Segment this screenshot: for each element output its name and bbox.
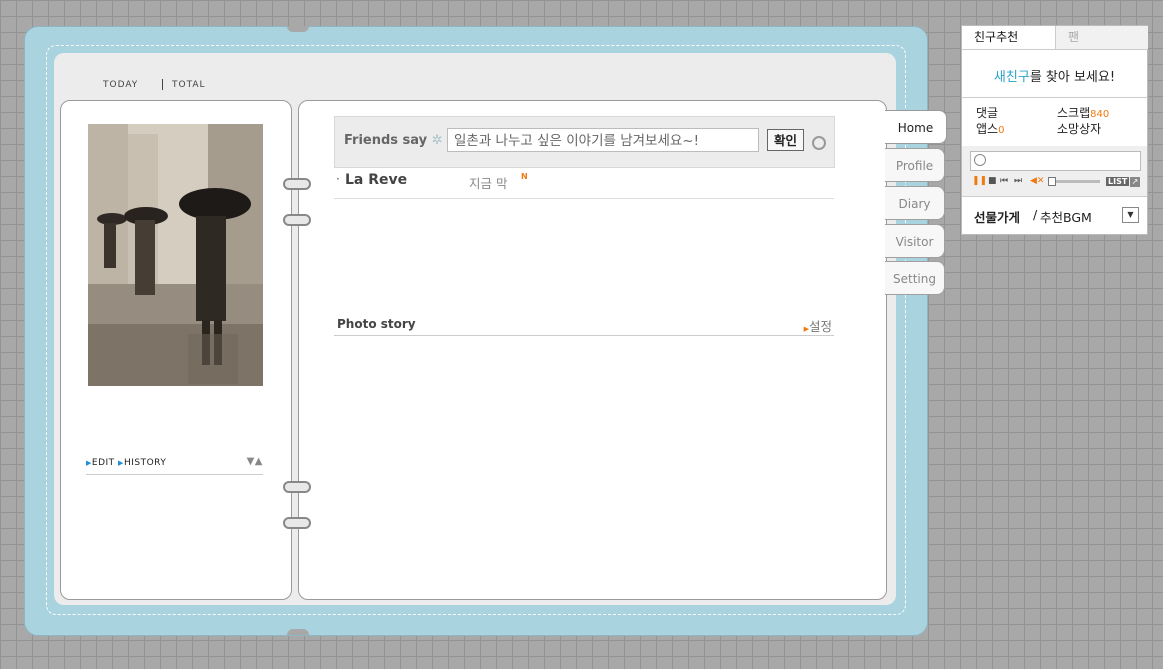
comments-label[interactable]: 댓글: [976, 104, 998, 121]
photo-story-setting-link[interactable]: ▶설정: [804, 316, 832, 335]
tab-visitor[interactable]: Visitor: [885, 224, 945, 258]
scrap-stat[interactable]: 스크랩840: [1057, 104, 1109, 121]
up-down-icon[interactable]: ▼▲: [247, 456, 263, 467]
tab-profile[interactable]: Profile: [885, 148, 945, 182]
pause-icon[interactable]: ❚❚: [972, 176, 987, 186]
bgm-row: 선물가게 / 추천BGM ▼: [962, 197, 1147, 234]
history-link[interactable]: HISTORY: [124, 458, 166, 468]
gift-shop-link[interactable]: 선물가게: [974, 207, 1020, 226]
wishbox-label[interactable]: 소망상자: [1057, 120, 1101, 137]
edit-link[interactable]: EDIT: [92, 458, 115, 468]
total-label: TOTAL: [172, 80, 206, 90]
setting-link-label: 설정: [808, 319, 832, 334]
apps-stat[interactable]: 앱스0: [976, 120, 1004, 137]
widget-tabs: 친구추천 팬: [962, 26, 1148, 50]
today-counter: TODAY: [103, 80, 138, 90]
play-circle-icon[interactable]: [974, 154, 986, 166]
apps-count: 0: [998, 125, 1005, 136]
photo-story-header: Photo story ▶설정: [334, 313, 834, 336]
book-top-notch: [287, 26, 309, 32]
friend-recommend-label: 친구추천: [974, 30, 1019, 44]
prev-icon[interactable]: ⏮: [1000, 176, 1008, 186]
bgm-separator: /: [1033, 207, 1038, 222]
today-label: TODAY: [103, 80, 139, 90]
scrap-label: 스크랩: [1057, 106, 1091, 120]
profile-photo-image: [88, 124, 263, 386]
mute-icon[interactable]: ◀✕: [1030, 176, 1044, 186]
fan-label: 팬: [1068, 30, 1080, 44]
apps-label: 앱스: [976, 122, 999, 136]
total-counter: TOTAL: [172, 80, 206, 90]
volume-handle[interactable]: [1048, 177, 1056, 186]
binder-ring: [283, 214, 311, 226]
friend-time: 지금 막: [469, 176, 508, 191]
next-icon[interactable]: ⏭: [1014, 176, 1022, 186]
tab-friend-recommend[interactable]: 친구추천: [962, 26, 1055, 49]
new-badge-icon: N: [521, 172, 528, 181]
bullet-dot: ·: [336, 172, 340, 186]
player-display: [970, 151, 1141, 171]
stop-icon[interactable]: ■: [988, 176, 997, 186]
friend-entry-row: · La Reve 지금 막 N: [334, 168, 834, 199]
find-highlight: 새친구: [993, 70, 1030, 85]
tab-fan[interactable]: 팬: [1055, 26, 1148, 49]
expand-icon[interactable]: ↗: [1130, 177, 1140, 187]
tab-setting[interactable]: Setting: [885, 261, 945, 295]
scrap-count: 840: [1090, 109, 1110, 120]
gear-icon: ✲: [431, 133, 443, 148]
music-player: ❚❚ ■ ⏮ ⏭ ◀✕ LIST ↗: [962, 146, 1147, 197]
friends-say-label: Friends say ✲: [344, 133, 443, 148]
photo-story-title: Photo story: [337, 317, 416, 331]
profile-photo[interactable]: [88, 124, 263, 386]
friends-say-panel: Friends say ✲ 일촌과 나누고 싶은 이야기를 남겨보세요~! 확인: [334, 116, 835, 168]
binder-ring: [283, 178, 311, 190]
counter-divider: [162, 79, 163, 90]
side-widget: 친구추천 팬 새친구를 찾아 보세요! 댓글 스크랩840 앱스0 소망상자 ❚…: [961, 25, 1148, 235]
binder-ring: [283, 481, 311, 493]
widget-stats: 댓글 스크랩840 앱스0 소망상자: [962, 97, 1147, 147]
confirm-button[interactable]: 확인: [767, 129, 804, 151]
find-rest: 를 찾아 보세요!: [1029, 70, 1116, 85]
tab-diary[interactable]: Diary: [885, 186, 945, 220]
friends-say-text: Friends say: [344, 133, 428, 148]
edit-history-row: ▶EDIT ▶HISTORY ▼▲: [86, 456, 263, 475]
playlist-button[interactable]: LIST: [1106, 177, 1130, 186]
tab-home[interactable]: Home: [885, 110, 947, 144]
refresh-icon[interactable]: [812, 136, 826, 150]
dropdown-icon[interactable]: ▼: [1122, 207, 1139, 223]
book-bottom-notch: [287, 629, 309, 635]
friend-name[interactable]: La Reve: [345, 172, 407, 188]
find-friends-link[interactable]: 새친구를 찾아 보세요!: [962, 66, 1147, 85]
friends-say-input[interactable]: 일촌과 나누고 싶은 이야기를 남겨보세요~!: [447, 128, 759, 152]
recommend-bgm-link[interactable]: 추천BGM: [1040, 207, 1092, 226]
binder-ring: [283, 517, 311, 529]
